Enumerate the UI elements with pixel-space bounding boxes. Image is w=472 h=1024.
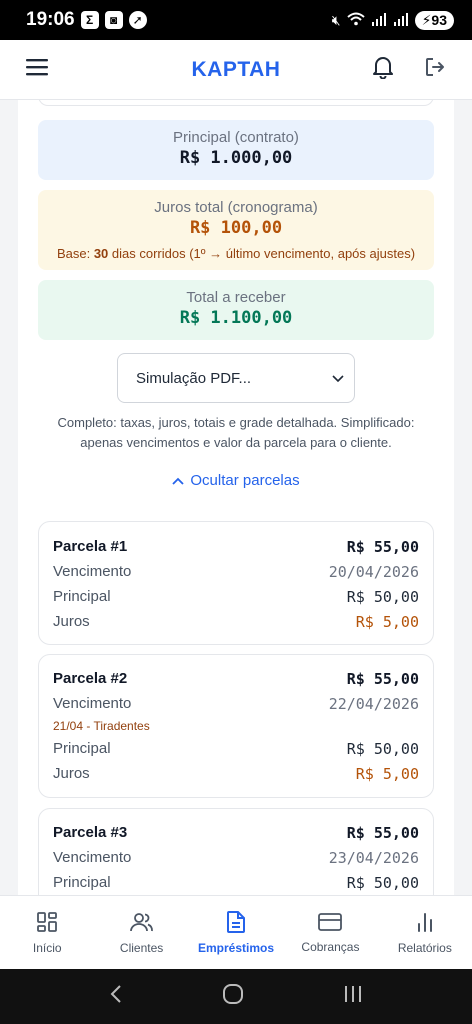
sigma-app-icon: Σ xyxy=(80,11,99,29)
principal-row-value: R$ 50,00 xyxy=(346,587,419,606)
interest-row-label: Juros xyxy=(53,613,90,630)
document-icon xyxy=(225,910,247,937)
nav-item-clientes[interactable]: Clientes xyxy=(94,896,188,969)
nav-item-cobrancas[interactable]: Cobranças xyxy=(283,896,377,969)
recents-icon[interactable] xyxy=(343,984,363,1009)
parcel-total: R$ 55,00 xyxy=(346,823,419,842)
previous-card-edge xyxy=(38,100,434,106)
status-time: 19:06 xyxy=(26,9,75,30)
nav-label: Empréstimos xyxy=(198,941,275,955)
principal-row-value: R$ 50,00 xyxy=(346,873,419,892)
due-label: Vencimento xyxy=(53,849,132,866)
principal-row-label: Principal xyxy=(53,588,111,605)
principal-label: Principal (contrato) xyxy=(173,129,299,146)
principal-row-label: Principal xyxy=(53,874,111,891)
chevron-up-icon xyxy=(172,472,185,489)
total-label: Total a receber xyxy=(186,289,286,306)
interest-base: Base: 30 dias corridos (1º → último venc… xyxy=(56,246,416,261)
hide-parcels-toggle[interactable]: Ocultar parcelas xyxy=(18,472,454,489)
interest-row-value: R$ 5,00 xyxy=(355,612,419,631)
total-summary: Total a receber R$ 1.100,00 xyxy=(38,280,434,340)
wifi-icon xyxy=(346,12,365,29)
interest-label: Juros total (cronograma) xyxy=(154,199,318,216)
nav-item-emprestimos[interactable]: Empréstimos xyxy=(189,896,283,969)
menu-icon[interactable] xyxy=(26,58,48,81)
parcel-card: Parcela #2 R$ 55,00 Vencimento 22/04/202… xyxy=(38,654,434,798)
nav-label: Início xyxy=(32,941,62,955)
mute-icon: 🔇︎ xyxy=(331,11,341,28)
battery-icon: ⚡93 xyxy=(414,10,454,30)
principal-summary: Principal (contrato) R$ 1.000,00 xyxy=(38,120,434,180)
grid-icon xyxy=(35,910,59,937)
logout-icon[interactable] xyxy=(424,56,446,83)
due-label: Vencimento xyxy=(53,695,132,712)
pdf-select-value: Simulação PDF... xyxy=(136,369,252,387)
users-icon xyxy=(129,910,155,937)
due-date: 20/04/2026 xyxy=(328,562,419,581)
interest-value: R$ 100,00 xyxy=(189,218,283,238)
bottom-navigation: Início Clientes Empréstimos Cobranças Re… xyxy=(0,895,472,969)
screen-record-icon: ◙ xyxy=(104,11,123,29)
due-label: Vencimento xyxy=(53,563,132,580)
parcel-title: Parcela #3 xyxy=(53,824,128,841)
home-icon[interactable] xyxy=(222,983,244,1010)
nav-label: Cobranças xyxy=(301,940,360,954)
back-icon[interactable] xyxy=(109,984,123,1009)
parcel-total: R$ 55,00 xyxy=(346,669,419,688)
principal-row-value: R$ 50,00 xyxy=(346,739,419,758)
parcel-card: Parcela #3 R$ 55,00 Vencimento 23/04/202… xyxy=(38,808,434,895)
due-date: 23/04/2026 xyxy=(328,848,419,867)
holiday-note: 21/04 - Tiradentes xyxy=(53,719,150,733)
nav-label: Relatórios xyxy=(397,941,452,955)
interest-row-label: Juros xyxy=(53,765,90,782)
signal-icon xyxy=(371,12,387,29)
interest-summary: Juros total (cronograma) R$ 100,00 Base:… xyxy=(38,190,434,270)
bar-chart-icon xyxy=(414,910,436,937)
parcel-card: Parcela #1 R$ 55,00 Vencimento 20/04/202… xyxy=(38,521,434,645)
status-bar: 19:06 Σ ◙ ➚ 🔇︎ ⚡93 xyxy=(0,0,472,40)
pdf-simulation-select[interactable]: Simulação PDF... xyxy=(117,353,355,403)
app-header: KAPTAH xyxy=(0,40,472,100)
due-date: 22/04/2026 xyxy=(328,694,419,713)
principal-row-label: Principal xyxy=(53,740,111,757)
chevron-down-icon xyxy=(332,370,344,387)
card-icon xyxy=(317,911,343,936)
parcel-title: Parcela #2 xyxy=(53,670,128,687)
hide-parcels-label: Ocultar parcelas xyxy=(190,472,300,489)
total-value: R$ 1.100,00 xyxy=(179,308,293,328)
parcel-total: R$ 55,00 xyxy=(346,537,419,556)
signal-icon-2 xyxy=(393,12,409,29)
nav-label: Clientes xyxy=(119,941,164,955)
loan-detail-panel: Principal (contrato) R$ 1.000,00 Juros t… xyxy=(18,100,454,895)
principal-value: R$ 1.000,00 xyxy=(179,148,293,168)
compass-app-icon: ➚ xyxy=(128,11,147,29)
interest-row-value: R$ 5,00 xyxy=(355,764,419,783)
pdf-hint: Completo: taxas, juros, totais e grade d… xyxy=(57,415,415,450)
nav-item-inicio[interactable]: Início xyxy=(0,896,94,969)
nav-item-relatorios[interactable]: Relatórios xyxy=(378,896,472,969)
bell-icon[interactable] xyxy=(372,55,394,84)
system-navigation xyxy=(0,969,472,1024)
parcel-title: Parcela #1 xyxy=(53,538,128,555)
